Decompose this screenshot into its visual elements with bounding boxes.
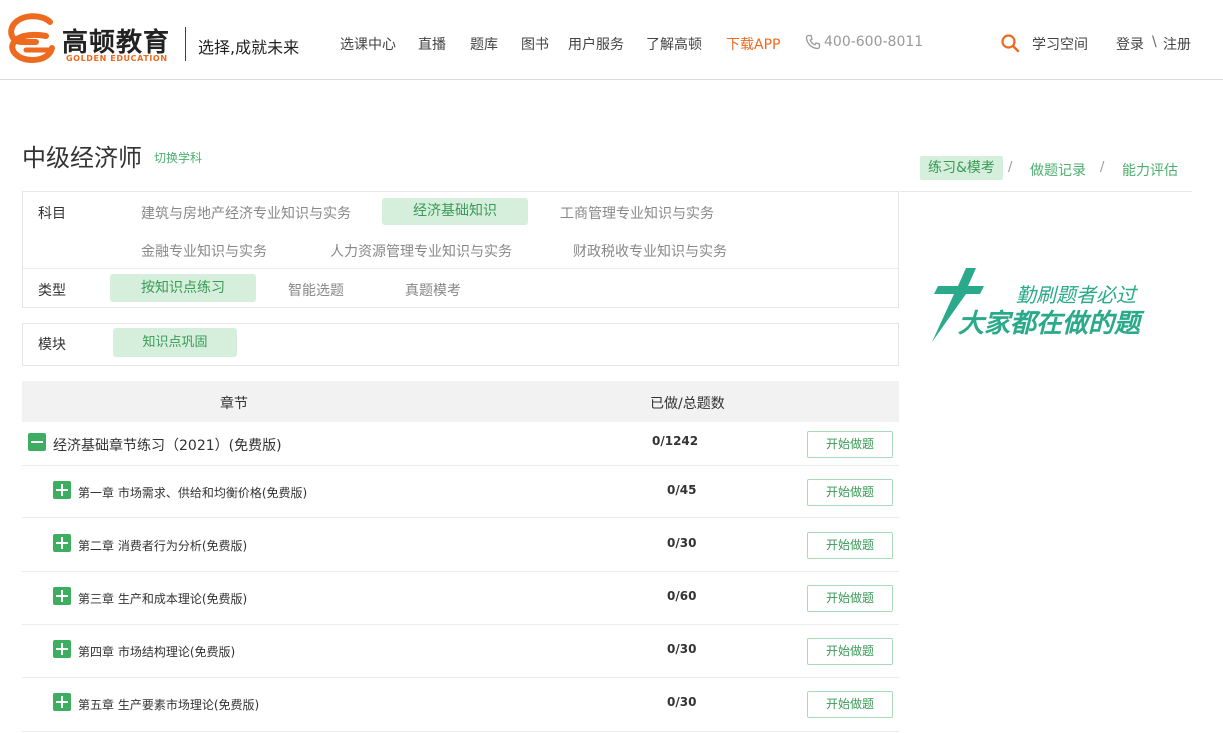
promo-line-2: 大家都在做的题 — [958, 309, 1145, 339]
collapse-minus-icon[interactable] — [28, 433, 46, 451]
chapter-progress: 0/60 — [667, 589, 697, 603]
start-practice-button[interactable]: 开始做题 — [807, 431, 893, 458]
parent-progress: 0/1242 — [652, 434, 699, 448]
login-link[interactable]: 登录 — [1116, 34, 1144, 54]
chapter-name: 第四章 市场结构理论(免费版) — [78, 645, 236, 659]
parent-chapter-name: 经济基础章节练习（2021）(免费版) — [53, 438, 282, 454]
start-practice-button[interactable]: 开始做题 — [807, 479, 893, 506]
logo-divider — [185, 27, 186, 61]
start-practice-button[interactable]: 开始做题 — [807, 532, 893, 559]
tab-separator: / — [1008, 160, 1013, 175]
chapter-name: 第三章 生产和成本理论(免费版) — [78, 592, 248, 606]
type-option-selected[interactable]: 按知识点练习 — [110, 274, 256, 302]
site-header: 高顿教育 GOLDEN EDUCATION 选择,成就未来 选课中心 直播 题库… — [0, 0, 1223, 80]
filter-divider — [23, 268, 898, 269]
filter-panel: 科目 建筑与房地产经济专业知识与实务 经济基础知识 工商管理专业知识与实务 金融… — [22, 191, 899, 308]
expand-plus-icon[interactable] — [53, 640, 71, 658]
promo-banner: 勤刷题者必过 大家都在做的题 — [932, 268, 1145, 342]
study-space-link[interactable]: 学习空间 — [1032, 34, 1088, 54]
nav-download-app[interactable]: 下载APP — [726, 34, 780, 54]
hotline-number: 400-600-8011 — [824, 34, 924, 50]
expand-plus-icon[interactable] — [53, 481, 71, 499]
type-option[interactable]: 智能选题 — [288, 280, 344, 300]
chapter-progress: 0/45 — [667, 483, 697, 497]
subject-option[interactable]: 建筑与房地产经济专业知识与实务 — [141, 203, 351, 223]
subject-option[interactable]: 工商管理专业知识与实务 — [560, 203, 714, 223]
chapter-name: 第五章 生产要素市场理论(免费版) — [78, 698, 260, 712]
chapter-table-header: 章节 已做/总题数 — [22, 381, 899, 422]
slogan: 选择,成就未来 — [198, 38, 300, 57]
subject-option[interactable]: 人力资源管理专业知识与实务 — [330, 241, 512, 261]
nav-books[interactable]: 图书 — [521, 34, 549, 54]
chapter-progress: 0/30 — [667, 695, 697, 709]
type-label: 类型 — [38, 283, 66, 299]
start-practice-button[interactable]: 开始做题 — [807, 585, 893, 612]
auth-separator: \ — [1152, 34, 1157, 50]
phone-icon — [805, 34, 821, 50]
tab-practice-records[interactable]: 做题记录 — [1030, 160, 1086, 180]
module-option-selected[interactable]: 知识点巩固 — [113, 328, 237, 357]
register-link[interactable]: 注册 — [1163, 34, 1191, 54]
nav-user-service[interactable]: 用户服务 — [568, 34, 624, 54]
golden-logo-icon — [8, 13, 55, 64]
subject-label: 科目 — [38, 206, 66, 222]
chapter-name: 第一章 市场需求、供给和均衡价格(免费版) — [78, 486, 308, 500]
subject-option-selected[interactable]: 经济基础知识 — [382, 198, 528, 225]
table-row: 第五章 生产要素市场理论(免费版) 0/30 开始做题 — [22, 678, 899, 732]
table-row-parent: 经济基础章节练习（2021）(免费版) 0/1242 开始做题 — [22, 422, 899, 466]
chapter-progress: 0/30 — [667, 642, 697, 656]
table-row: 第三章 生产和成本理论(免费版) 0/60 开始做题 — [22, 572, 899, 625]
expand-plus-icon[interactable] — [53, 534, 71, 552]
tab-ability-assessment[interactable]: 能力评估 — [1122, 160, 1178, 180]
tab-separator: / — [1100, 160, 1105, 175]
nav-about[interactable]: 了解高顿 — [646, 34, 702, 54]
logo-english-name: GOLDEN EDUCATION — [66, 54, 168, 63]
table-row: 第四章 市场结构理论(免费版) 0/30 开始做题 — [22, 625, 899, 678]
expand-plus-icon[interactable] — [53, 693, 71, 711]
expand-plus-icon[interactable] — [53, 587, 71, 605]
nav-question-bank[interactable]: 题库 — [470, 34, 498, 54]
subject-option[interactable]: 财政税收专业知识与实务 — [573, 241, 727, 261]
brand-logo[interactable]: 高顿教育 GOLDEN EDUCATION — [6, 12, 178, 64]
table-row: 第一章 市场需求、供给和均衡价格(免费版) 0/45 开始做题 — [22, 466, 899, 518]
promo-line-1: 勤刷题者必过 — [1016, 283, 1139, 307]
subject-option[interactable]: 金融专业知识与实务 — [141, 241, 267, 261]
nav-course-center[interactable]: 选课中心 — [340, 34, 396, 54]
start-practice-button[interactable]: 开始做题 — [807, 638, 893, 665]
tab-practice-exam[interactable]: 练习&模考 — [920, 156, 1003, 180]
nav-live[interactable]: 直播 — [418, 34, 446, 54]
progress-column-header: 已做/总题数 — [650, 396, 725, 412]
search-icon[interactable] — [1000, 33, 1020, 53]
tabs-underline — [900, 191, 1192, 192]
page-title: 中级经济师 — [22, 144, 142, 172]
table-row: 第二章 消费者行为分析(免费版) 0/30 开始做题 — [22, 518, 899, 572]
module-label: 模块 — [38, 337, 66, 353]
switch-subject-link[interactable]: 切换学科 — [154, 149, 202, 166]
chapter-progress: 0/30 — [667, 536, 697, 550]
module-panel: 模块 知识点巩固 — [22, 323, 899, 366]
type-option[interactable]: 真题模考 — [405, 280, 461, 300]
start-practice-button[interactable]: 开始做题 — [807, 691, 893, 718]
chapter-column-header: 章节 — [220, 396, 248, 412]
chapter-name: 第二章 消费者行为分析(免费版) — [78, 539, 248, 553]
